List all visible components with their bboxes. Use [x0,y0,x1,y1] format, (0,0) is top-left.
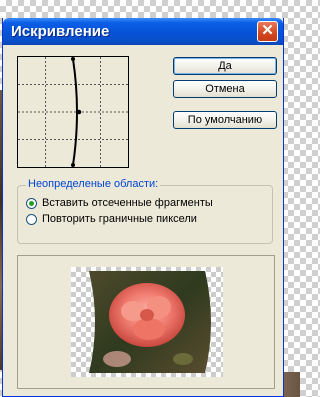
undefined-areas-label: Неопределеные области: [26,178,161,190]
radio-wrap-around[interactable]: Вставить отсеченные фрагменты [26,196,213,210]
radio-repeat-edge[interactable]: Повторить граничные пиксели [26,212,197,226]
radio-selected-icon[interactable] [26,197,37,209]
shear-curve-graph[interactable] [17,56,129,168]
default-button[interactable]: По умолчанию [173,111,277,129]
radio-wrap-around-label: Вставить отсеченные фрагменты [42,197,213,209]
rose-flower [109,283,185,347]
radio-empty-icon[interactable] [26,213,37,225]
radio-repeat-edge-label: Повторить граничные пиксели [42,213,197,225]
close-button[interactable]: ✕ [257,21,278,42]
control-point-top [71,57,75,61]
shear-dialog: Искривление ✕ Да Отмена По умолчанию Нео… [2,18,284,397]
shear-grid [18,57,128,167]
close-icon: ✕ [261,22,274,39]
preview-panel [17,255,275,389]
control-point-middle [76,109,82,115]
preview-image [89,271,211,373]
dialog-title: Искривление [11,23,110,40]
control-point-bottom [71,163,75,167]
cancel-button[interactable]: Отмена [173,80,277,98]
undefined-areas-group: Неопределеные области: Вставить отсеченн… [17,178,273,244]
ok-button[interactable]: Да [173,57,277,75]
title-bar[interactable]: Искривление ✕ [3,18,283,45]
